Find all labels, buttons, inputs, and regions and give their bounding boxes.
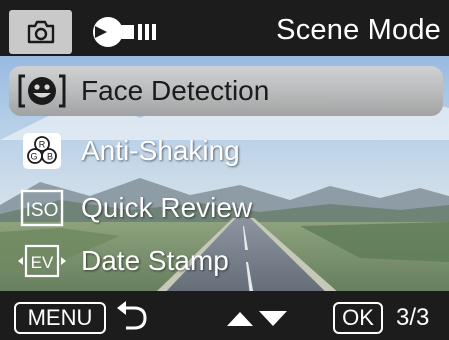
page-indicator: 3/3 (396, 304, 430, 331)
menu-item-anti-shaking[interactable]: R G B Anti-Shaking (9, 126, 443, 176)
wrench-settings-icon (93, 17, 156, 47)
back-arrow-icon[interactable] (112, 299, 152, 333)
rgb-letter-r: R (39, 140, 46, 150)
menu-item-label: Quick Review (81, 192, 253, 223)
ev-icon: EV (18, 244, 66, 278)
menu-item-quick-review[interactable]: ISO Quick Review (9, 183, 443, 233)
menu-item-face-detection[interactable]: Face Detection (9, 66, 443, 116)
ev-icon-text: EV (31, 253, 54, 272)
menu-item-label: Anti-Shaking (81, 135, 240, 166)
menu-button[interactable]: MENU (14, 302, 106, 334)
rgb-letter-b: B (47, 152, 53, 162)
menu-item-label: Face Detection (81, 75, 270, 106)
iso-icon-text: ISO (26, 200, 59, 221)
tab-camera[interactable] (9, 10, 72, 54)
ok-button[interactable]: OK (333, 302, 383, 334)
face-detection-icon (18, 74, 66, 108)
footer-bar: MENU OK 3/3 (0, 291, 449, 340)
menu-item-label: Date Stamp (81, 245, 229, 276)
camera-menu-screen: Scene Mode Face Detection R G B Anti-Sha… (0, 0, 449, 340)
tab-settings[interactable] (86, 12, 160, 52)
page-title: Scene Mode (276, 14, 441, 46)
rgb-letter-g: G (30, 152, 37, 162)
iso-icon: ISO (20, 189, 64, 227)
rgb-color-icon: R G B (23, 133, 61, 169)
camera-icon (27, 20, 55, 44)
header-bar: Scene Mode (0, 0, 449, 56)
menu-item-date-stamp[interactable]: EV Date Stamp (9, 236, 443, 286)
up-down-arrows-icon[interactable] (225, 308, 289, 328)
